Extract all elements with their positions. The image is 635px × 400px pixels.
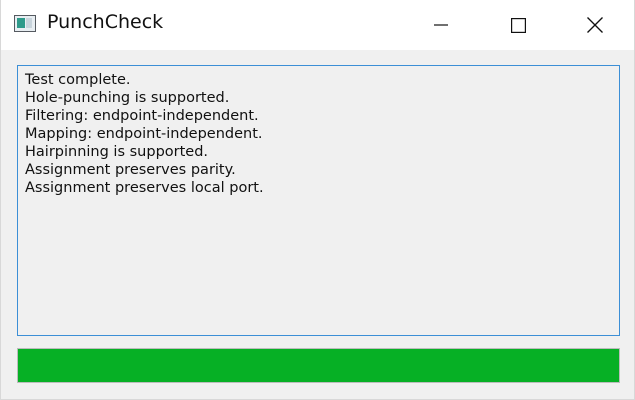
log-line: Test complete. — [25, 72, 131, 88]
title-bar[interactable]: PunchCheck — [1, 0, 634, 50]
maximize-button[interactable] — [495, 0, 541, 50]
progress-bar — [17, 348, 620, 383]
log-line: Assignment preserves local port. — [25, 180, 264, 196]
log-line: Hairpinning is supported. — [25, 144, 209, 160]
log-line: Assignment preserves parity. — [25, 162, 236, 178]
progress-fill — [18, 349, 619, 382]
log-line: Hole-punching is supported. — [25, 90, 230, 106]
log-output[interactable]: Test complete. Hole-punching is supporte… — [17, 65, 620, 336]
app-window-icon — [14, 15, 36, 32]
app-window: PunchCheck Test complete. Hole-punching … — [0, 0, 635, 400]
log-line: Mapping: endpoint-independent. — [25, 126, 263, 142]
app-icon-pane-secondary — [26, 18, 32, 28]
minimize-icon — [434, 24, 448, 26]
maximize-icon — [510, 17, 526, 33]
app-icon-pane — [17, 18, 25, 28]
log-line: Filtering: endpoint-independent. — [25, 108, 259, 124]
window-title: PunchCheck — [47, 11, 164, 33]
minimize-button[interactable] — [418, 0, 464, 50]
close-button[interactable] — [572, 0, 618, 50]
close-icon — [587, 17, 603, 33]
